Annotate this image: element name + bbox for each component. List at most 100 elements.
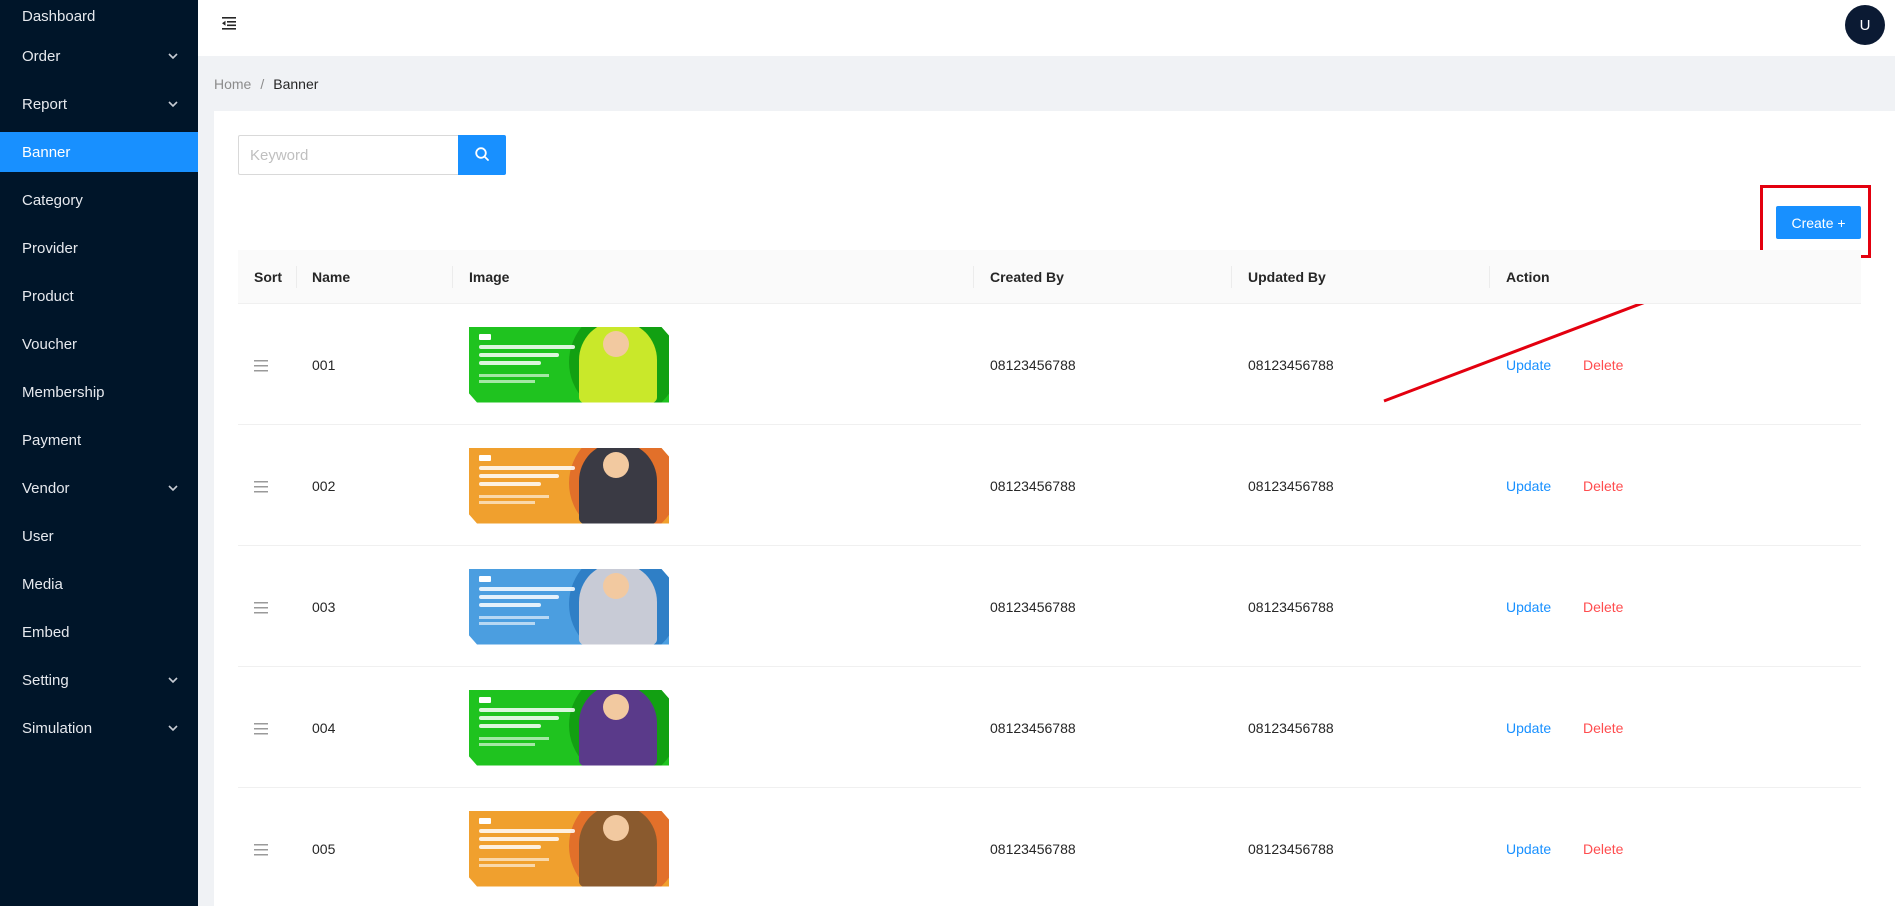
sidebar-item-simulation[interactable]: Simulation [0, 704, 198, 752]
row-name: 001 [312, 356, 336, 373]
sidebar-item-vendor[interactable]: Vendor [0, 464, 198, 512]
sidebar-item-label: Embed [22, 623, 70, 641]
table-row: 005 08123456788 08123456788 Update Delet… [238, 788, 1861, 906]
banner-thumbnail [469, 689, 669, 766]
sidebar-item-report[interactable]: Report [0, 80, 198, 128]
table-row: 002 08123456788 08123456788 Update Delet… [238, 425, 1861, 546]
sidebar-item-category[interactable]: Category [0, 176, 198, 224]
top-header: U [198, 0, 1895, 56]
sidebar-item-label: Report [22, 95, 68, 113]
drag-handle-icon[interactable] [254, 480, 268, 492]
chevron-down-icon [166, 673, 180, 687]
sidebar-item-label: Setting [22, 671, 69, 689]
avatar-letter: U [1859, 16, 1871, 34]
sidebar-item-product[interactable]: Product [0, 272, 198, 320]
banner-thumbnail [469, 326, 669, 403]
column-header-updated-by: Updated By [1248, 269, 1326, 285]
sidebar-item-label: Banner [22, 143, 71, 161]
search-input[interactable] [238, 135, 460, 175]
sidebar-item-provider[interactable]: Provider [0, 224, 198, 272]
breadcrumb-home[interactable]: Home [214, 76, 251, 92]
sidebar-item-label: Dashboard [22, 7, 96, 25]
user-avatar[interactable]: U [1845, 5, 1885, 45]
row-created-by: 08123456788 [990, 840, 1076, 857]
update-link[interactable]: Update [1506, 599, 1551, 615]
sidebar-item-label: Vendor [22, 479, 70, 497]
sidebar-item-label: Provider [22, 239, 78, 257]
column-header-image: Image [469, 269, 510, 285]
row-updated-by: 08123456788 [1248, 356, 1334, 373]
column-divider [1231, 266, 1232, 288]
content-card: Create + Sort Name Image Created By Upda… [214, 111, 1895, 906]
breadcrumb-current: Banner [273, 76, 319, 92]
column-header-created-by: Created By [990, 269, 1064, 285]
drag-handle-icon[interactable] [254, 601, 268, 613]
row-updated-by: 08123456788 [1248, 598, 1334, 615]
sidebar-item-voucher[interactable]: Voucher [0, 320, 198, 368]
table-header: Sort Name Image Created By Updated By Ac… [238, 250, 1861, 304]
chevron-down-icon [166, 481, 180, 495]
banner-table: Sort Name Image Created By Updated By Ac… [238, 250, 1861, 906]
row-updated-by: 08123456788 [1248, 477, 1334, 494]
sidebar: Dashboard Order Report Banner Category Provid… [0, 0, 198, 906]
sidebar-item-setting[interactable]: Setting [0, 656, 198, 704]
sidebar-item-embed[interactable]: Embed [0, 608, 198, 656]
delete-link[interactable]: Delete [1583, 841, 1623, 857]
drag-handle-icon[interactable] [254, 722, 268, 734]
table-row: 004 08123456788 08123456788 Update Delet… [238, 667, 1861, 788]
sidebar-item-label: Category [22, 191, 83, 209]
column-divider [973, 266, 974, 288]
banner-thumbnail [469, 810, 669, 887]
delete-link[interactable]: Delete [1583, 599, 1623, 615]
sidebar-item-label: Media [22, 575, 63, 593]
row-created-by: 08123456788 [990, 598, 1076, 615]
sidebar-item-label: Voucher [22, 335, 78, 353]
row-name: 003 [312, 598, 336, 615]
row-created-by: 08123456788 [990, 356, 1076, 373]
row-updated-by: 08123456788 [1248, 719, 1334, 736]
column-divider [1489, 266, 1490, 288]
update-link[interactable]: Update [1506, 357, 1551, 373]
sidebar-item-media[interactable]: Media [0, 560, 198, 608]
row-name: 005 [312, 840, 336, 857]
sidebar-item-payment[interactable]: Payment [0, 416, 198, 464]
create-button[interactable]: Create + [1776, 206, 1861, 239]
sidebar-item-banner[interactable]: Banner [0, 132, 198, 172]
row-updated-by: 08123456788 [1248, 840, 1334, 857]
search-button[interactable] [458, 135, 506, 175]
banner-thumbnail [469, 447, 669, 524]
update-link[interactable]: Update [1506, 841, 1551, 857]
sidebar-item-label: User [22, 527, 54, 545]
table-row: 003 08123456788 08123456788 Update Delet… [238, 546, 1861, 667]
chevron-down-icon [166, 97, 180, 111]
row-name: 004 [312, 719, 336, 736]
chevron-down-icon [166, 721, 180, 735]
update-link[interactable]: Update [1506, 720, 1551, 736]
column-divider [452, 266, 453, 288]
sidebar-item-user[interactable]: User [0, 512, 198, 560]
drag-handle-icon[interactable] [254, 843, 268, 855]
sidebar-item-dashboard[interactable]: Dashboard [0, 0, 198, 32]
sidebar-item-order[interactable]: Order [0, 32, 198, 80]
delete-link[interactable]: Delete [1583, 478, 1623, 494]
delete-link[interactable]: Delete [1583, 357, 1623, 373]
column-header-sort: Sort [254, 269, 282, 285]
chevron-down-icon [166, 49, 180, 63]
drag-handle-icon[interactable] [254, 359, 268, 371]
banner-thumbnail [469, 568, 669, 645]
delete-link[interactable]: Delete [1583, 720, 1623, 736]
sidebar-item-label: Simulation [22, 719, 93, 737]
column-header-name: Name [312, 269, 351, 285]
menu-fold-icon[interactable] [220, 14, 238, 32]
sidebar-item-label: Order [22, 47, 61, 65]
update-link[interactable]: Update [1506, 478, 1551, 494]
search-icon [474, 146, 490, 165]
sidebar-item-label: Product [22, 287, 74, 305]
breadcrumb-separator: / [260, 76, 265, 92]
row-name: 002 [312, 477, 336, 494]
row-created-by: 08123456788 [990, 719, 1076, 736]
table-row: 001 08123456788 08123456788 Update Delet… [238, 304, 1861, 425]
sidebar-item-membership[interactable]: Membership [0, 368, 198, 416]
column-divider [296, 266, 297, 288]
column-header-action: Action [1506, 269, 1550, 285]
